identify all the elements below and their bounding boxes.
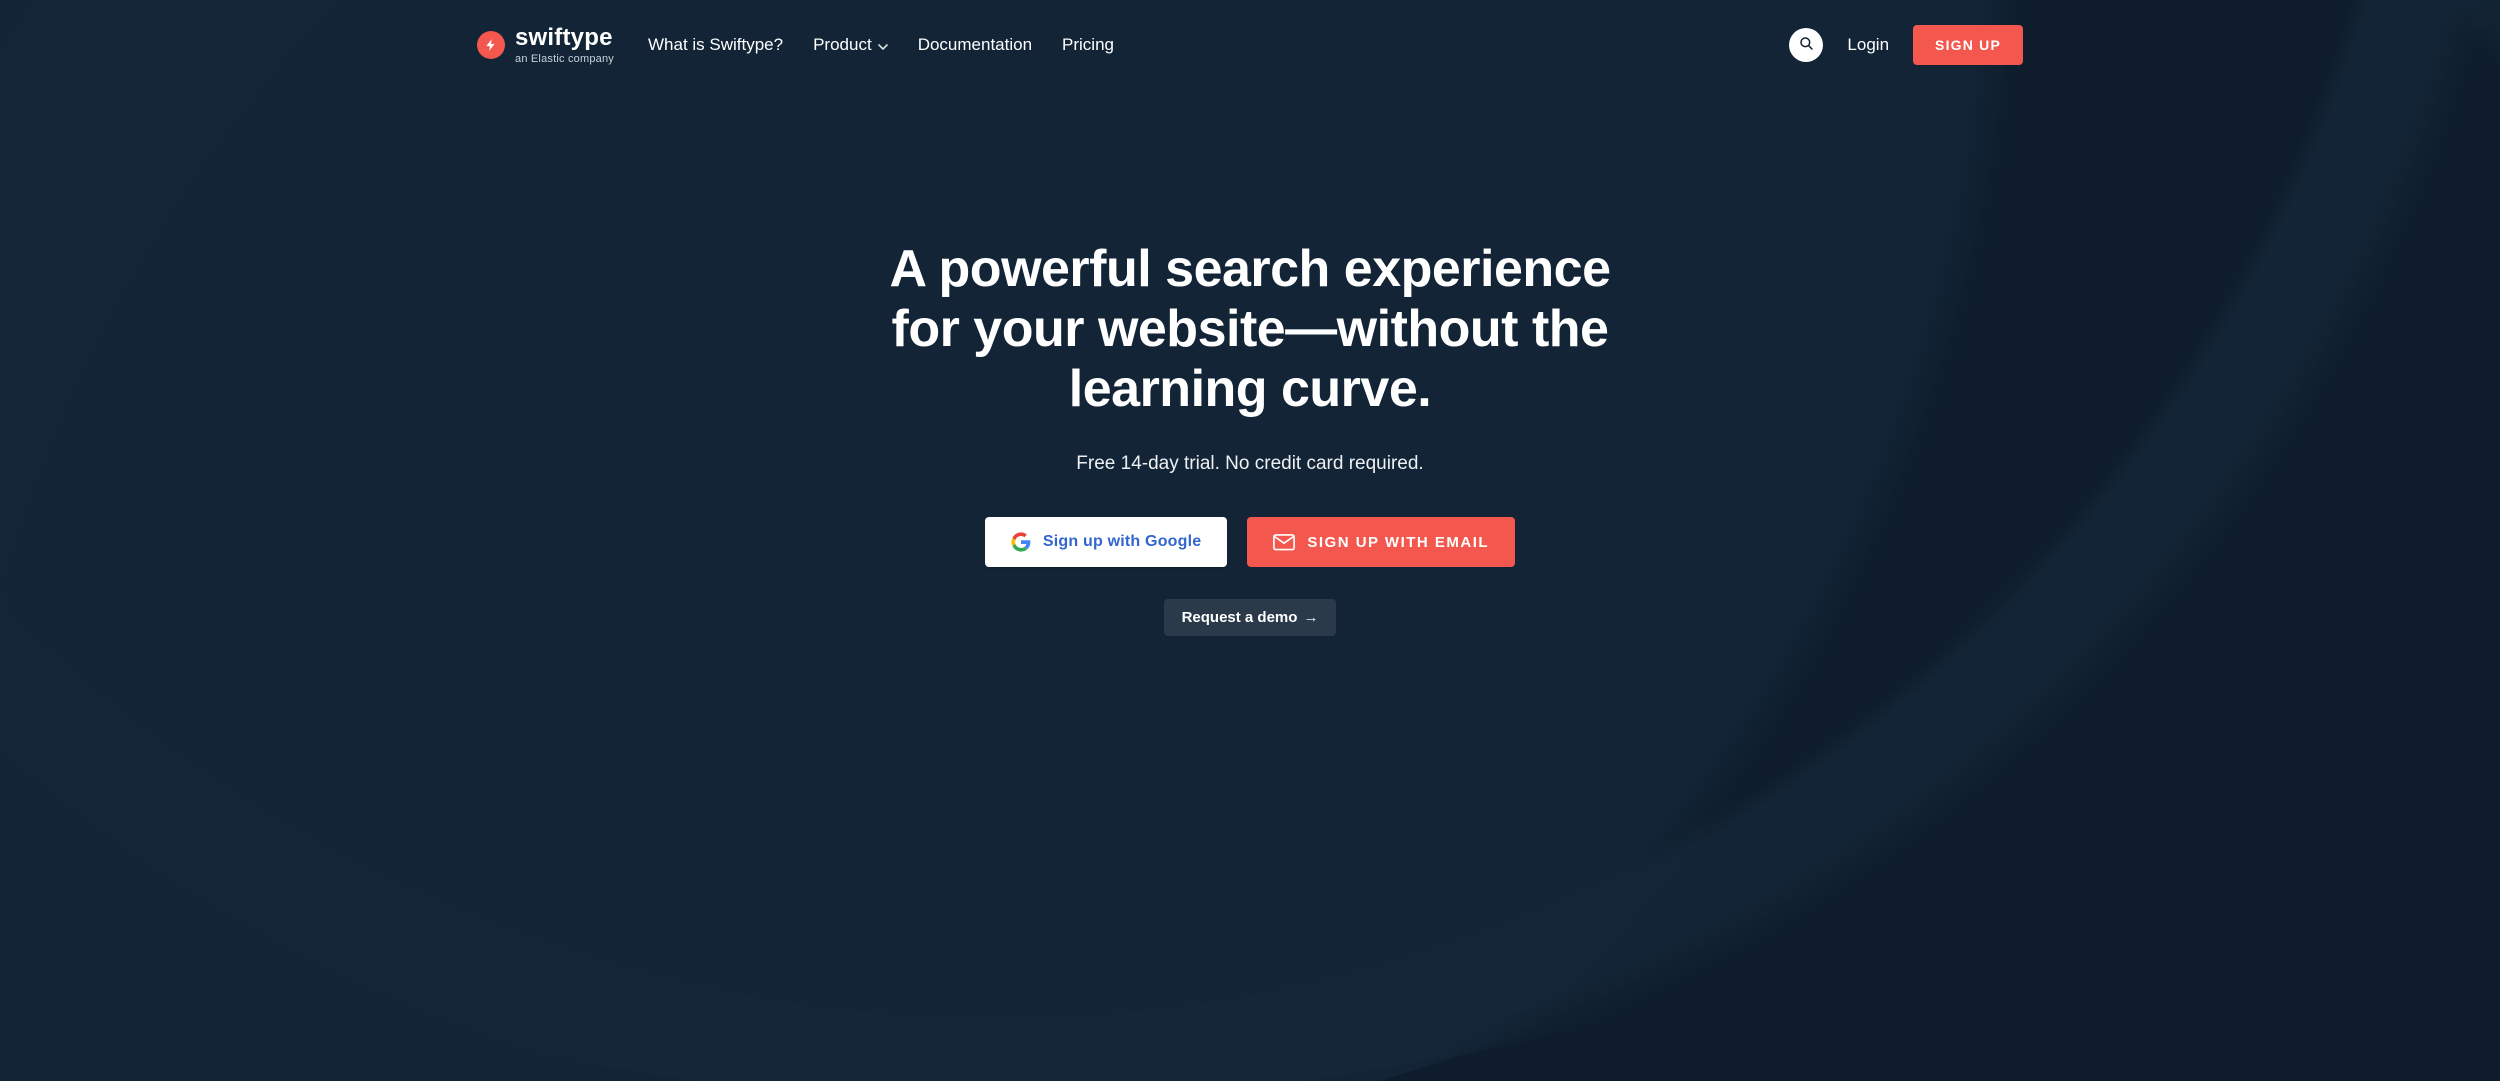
search-icon <box>1798 35 1814 56</box>
signup-button[interactable]: SIGN UP <box>1913 25 2023 65</box>
nav-label: What is Swiftype? <box>648 35 783 55</box>
primary-nav: What is Swiftype? Product Documentation … <box>648 35 1114 55</box>
request-demo-label: Request a demo <box>1182 609 1298 626</box>
nav-product[interactable]: Product <box>813 35 888 55</box>
hero-headline: A powerful search experience for your we… <box>477 240 2023 419</box>
hero-subtext: Free 14-day trial. No credit card requir… <box>477 453 2023 475</box>
logo-link[interactable]: swiftype an Elastic company <box>477 26 614 65</box>
hero-headline-line-1: A powerful search experience <box>889 240 1610 298</box>
hero-headline-line-2: for your website—without the <box>892 300 1609 358</box>
logo-tagline: an Elastic company <box>515 54 614 65</box>
mail-icon <box>1273 534 1295 550</box>
login-label: Login <box>1847 35 1889 54</box>
google-icon <box>1011 532 1031 552</box>
nav-label: Pricing <box>1062 35 1114 55</box>
cta-row: Sign up with Google SIGN UP WITH EMAIL <box>477 517 2023 567</box>
hero-headline-line-3: learning curve. <box>1069 360 1431 418</box>
chevron-down-icon <box>878 35 888 55</box>
nav-pricing[interactable]: Pricing <box>1062 35 1114 55</box>
site-header: swiftype an Elastic company What is Swif… <box>477 0 2023 90</box>
bolt-icon <box>477 31 505 59</box>
nav-documentation[interactable]: Documentation <box>918 35 1032 55</box>
demo-row: Request a demo → <box>477 599 2023 636</box>
logo-wordmark: swiftype <box>515 26 614 50</box>
header-actions: Login SIGN UP <box>1789 25 2023 65</box>
request-demo-button[interactable]: Request a demo → <box>1164 599 1337 636</box>
signup-google-button[interactable]: Sign up with Google <box>985 517 1227 567</box>
nav-label: Product <box>813 35 872 55</box>
signup-label: SIGN UP <box>1935 37 2001 53</box>
search-button[interactable] <box>1789 28 1823 62</box>
nav-label: Documentation <box>918 35 1032 55</box>
nav-what-is-swiftype[interactable]: What is Swiftype? <box>648 35 783 55</box>
signup-google-label: Sign up with Google <box>1043 533 1201 551</box>
signup-email-label: SIGN UP WITH EMAIL <box>1307 534 1489 551</box>
arrow-right-icon: → <box>1303 609 1318 626</box>
signup-email-button[interactable]: SIGN UP WITH EMAIL <box>1247 517 1515 567</box>
hero-section: A powerful search experience for your we… <box>477 240 2023 636</box>
login-link[interactable]: Login <box>1847 35 1889 55</box>
